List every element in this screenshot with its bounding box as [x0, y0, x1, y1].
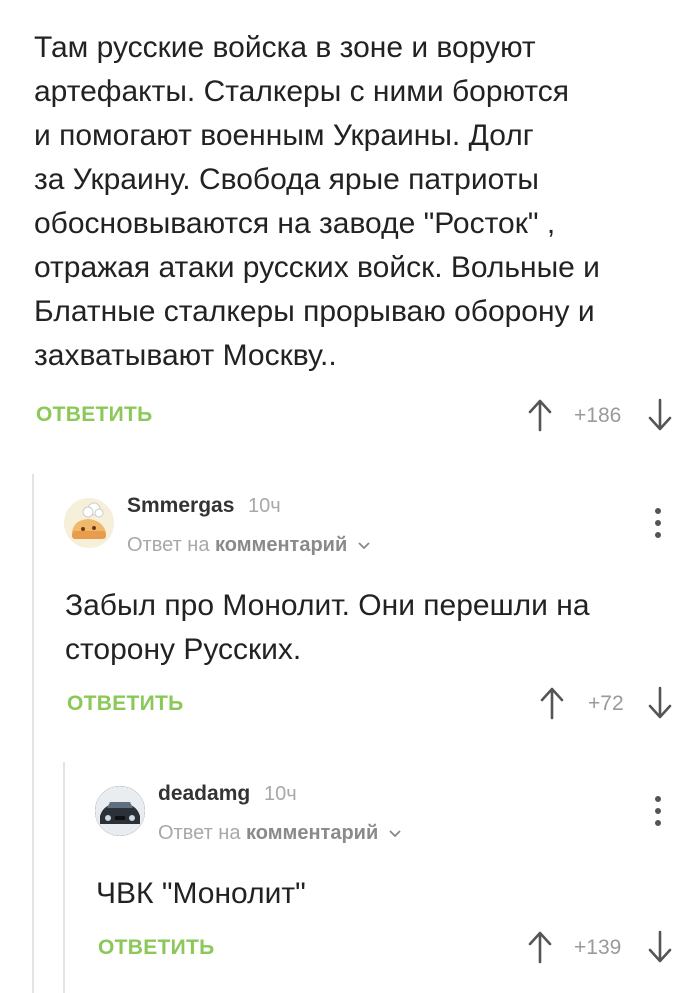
reply-meta-link[interactable]: комментарий — [215, 534, 347, 556]
more-vertical-icon[interactable] — [653, 508, 663, 542]
comment-line: сторону Русских. — [65, 633, 302, 666]
rating-value: +72 — [588, 692, 624, 715]
rating-value: +139 — [574, 936, 622, 959]
reply-meta[interactable]: Ответ на комментарий — [127, 534, 371, 557]
comment-line: Там русские войска в зоне и воруют — [34, 31, 536, 64]
comment-3-text: ЧВК "Монолит" — [96, 872, 686, 916]
comment-2-text: Забыл про Монолит. Они перешли на сторон… — [65, 584, 685, 672]
comment-line: обосновываются на заводе "Росток" , — [34, 207, 556, 240]
comment-line: отражая атаки русских войск. Вольные и — [34, 251, 600, 284]
comment-line: за Украину. Свобода ярые патриоты — [34, 163, 539, 196]
rating-value: +186 — [574, 404, 622, 427]
comment-line: и помогают военным Украины. Долг — [34, 119, 534, 152]
avatar[interactable] — [95, 786, 145, 836]
reply-meta-prefix: Ответ на — [158, 822, 241, 844]
arrow-down-icon[interactable] — [648, 398, 672, 432]
chevron-down-icon[interactable] — [357, 541, 371, 551]
avatar-image — [64, 498, 114, 548]
timestamp: 10ч — [264, 783, 297, 805]
reply-button[interactable]: ОТВЕТИТЬ — [36, 403, 153, 427]
reply-meta[interactable]: Ответ на комментарий — [158, 822, 402, 845]
comment-line: артефакты. Сталкеры с ними борются — [34, 75, 570, 108]
comment-line: ЧВК "Монолит" — [96, 877, 306, 910]
chevron-down-icon[interactable] — [388, 829, 402, 839]
comment-2: Smmergas 10ч Ответ на комментарий Забыл … — [34, 474, 700, 754]
comment-1: Там русские войска в зоне и воруют артеф… — [0, 0, 700, 450]
reply-meta-link[interactable]: комментарий — [246, 822, 378, 844]
comment-line: захватывают Москву.. — [34, 339, 337, 372]
avatar[interactable] — [64, 498, 114, 548]
comment-3: deadamg 10ч Ответ на комментарий ЧВК "Мо… — [65, 762, 700, 993]
reply-meta-prefix: Ответ на — [127, 534, 210, 556]
arrow-down-icon[interactable] — [648, 686, 672, 720]
comment-1-text: Там русские войска в зоне и воруют артеф… — [34, 26, 684, 378]
timestamp: 10ч — [248, 495, 281, 517]
arrow-up-icon[interactable] — [528, 930, 552, 964]
avatar-image — [95, 786, 145, 836]
comment-line: Блатные сталкеры прорываю оборону и — [34, 295, 595, 328]
arrow-up-icon[interactable] — [540, 686, 564, 720]
more-vertical-icon[interactable] — [653, 796, 663, 830]
username[interactable]: Smmergas — [127, 494, 234, 518]
arrow-up-icon[interactable] — [528, 398, 552, 432]
reply-button[interactable]: ОТВЕТИТЬ — [67, 692, 184, 716]
username[interactable]: deadamg — [158, 782, 250, 806]
reply-button[interactable]: ОТВЕТИТЬ — [98, 936, 215, 960]
arrow-down-icon[interactable] — [648, 930, 672, 964]
comment-line: Забыл про Монолит. Они перешли на — [65, 589, 590, 622]
